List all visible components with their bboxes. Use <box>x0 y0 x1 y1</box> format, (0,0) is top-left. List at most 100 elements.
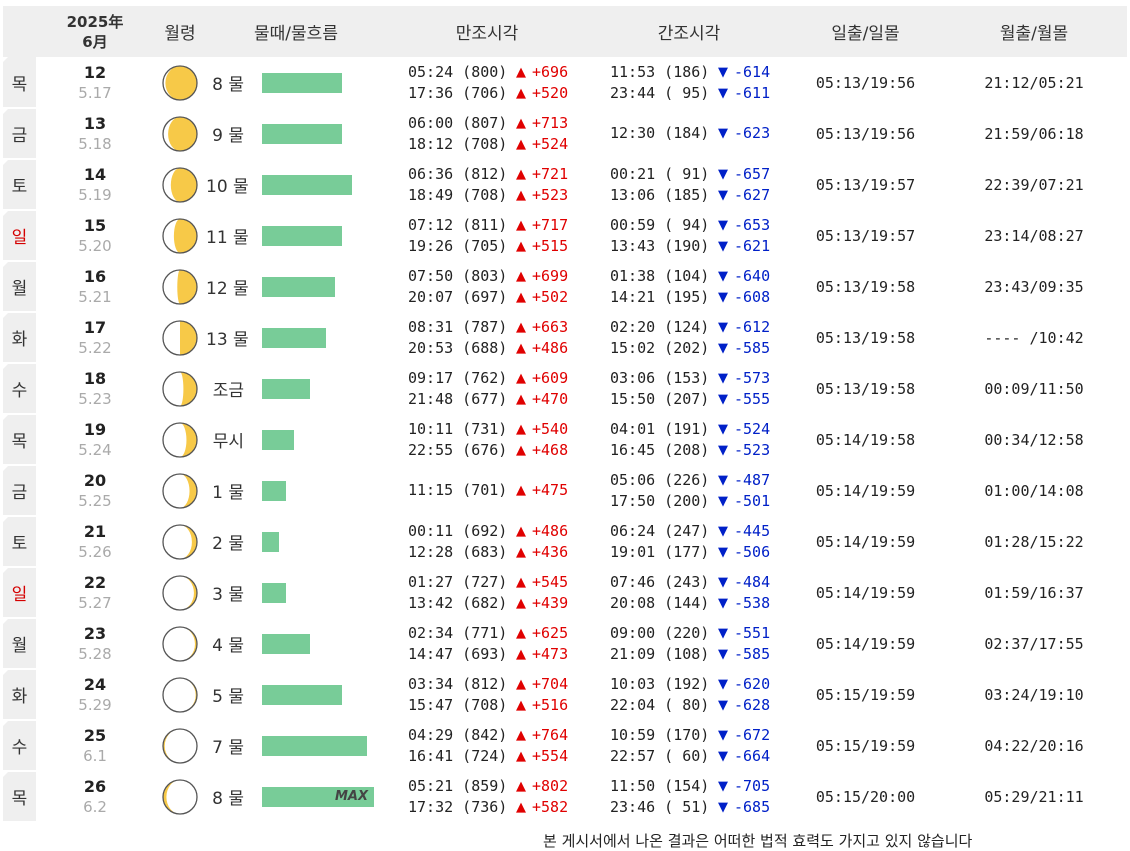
tidal-flow-bar <box>262 429 294 450</box>
low-tide-diff: -523 <box>734 440 771 459</box>
low-tide-entry: 02:20 (124) ▼ -612 <box>610 317 790 338</box>
high-tide-time: 04:29 (842) <box>408 725 508 744</box>
high-tide-time: 18:49 (708) <box>408 185 508 204</box>
lunar-date: 6.2 <box>83 797 107 816</box>
high-tide-cell: 04:29 (842) ▲ +764 16:41 (724) ▲ +554 <box>386 720 588 771</box>
mulddae-cell: 11 물 <box>206 210 386 261</box>
high-tide-cell: 10:11 (731) ▲ +540 22:55 (676) ▲ +468 <box>386 414 588 465</box>
high-tide-entry: 17:32 (736) ▲ +582 <box>408 797 588 818</box>
date-cell: 21 5.26 <box>36 516 154 567</box>
date-cell: 15 5.20 <box>36 210 154 261</box>
mulddae-cell: 2 물 <box>206 516 386 567</box>
high-tide-entry: 18:49 (708) ▲ +523 <box>408 185 588 206</box>
table-row: 목 26 6.2 8 물 MAX 05:21 (859) ▲ +802 17:32 (736) ▲… <box>3 771 1127 823</box>
moon-phase-icon <box>162 217 198 254</box>
low-tide-time: 12:30 (184) <box>610 124 710 142</box>
moon-phase-cell <box>154 210 206 261</box>
sunrise-sunset: 05:13/19:57 <box>815 226 916 245</box>
solar-date: 23 <box>83 623 107 643</box>
low-tide-cell: 10:03 (192) ▼ -620 22:04 ( 80) ▼ -628 <box>588 669 790 720</box>
high-tide-time: 17:32 (736) <box>408 797 508 816</box>
date-cell: 14 5.19 <box>36 159 154 210</box>
rise-arrow-icon: ▲ <box>516 64 526 80</box>
low-tide-cell: 04:01 (191) ▼ -524 16:45 (208) ▼ -523 <box>588 414 790 465</box>
high-tide-diff: +468 <box>532 440 569 459</box>
moonrise-moonset: 05:29/21:11 <box>984 787 1084 806</box>
low-tide-diff: -585 <box>734 644 771 663</box>
low-tide-time: 21:09 (108) <box>610 644 710 663</box>
sunrise-sunset: 05:13/19:58 <box>815 379 916 398</box>
table-row: 화 24 5.29 5 물 03:34 (812) ▲ +704 15:47 (708) ▲ +5… <box>3 669 1127 721</box>
high-tide-entry: 11:15 (701) ▲ +475 <box>408 480 588 501</box>
fall-arrow-icon: ▼ <box>718 442 728 458</box>
tidal-flow-bar <box>262 276 335 297</box>
table-row: 일 15 5.20 11 물 07:12 (811) ▲ +717 19:26 (705) ▲ +… <box>3 210 1127 262</box>
tide-table: 2025年 6月 월령 물때/물흐름 만조시각 간조시각 일출/일몰 월출/월몰… <box>3 6 1127 823</box>
high-tide-entry: 05:24 (800) ▲ +696 <box>408 62 588 83</box>
high-tide-time: 17:36 (706) <box>408 83 508 102</box>
table-row: 목 19 5.24 무시 10:11 (731) ▲ +540 22:55 (676) ▲ +46… <box>3 414 1127 466</box>
low-tide-time: 16:45 (208) <box>610 440 710 459</box>
date-cell: 12 5.17 <box>36 57 154 108</box>
high-tide-entry: 07:12 (811) ▲ +717 <box>408 215 588 236</box>
moonrise-moonset: 00:34/12:58 <box>984 430 1084 449</box>
low-tide-entry: 05:06 (226) ▼ -487 <box>610 470 790 491</box>
date-cell: 16 5.21 <box>36 261 154 312</box>
high-tide-cell: 08:31 (787) ▲ +663 20:53 (688) ▲ +486 <box>386 312 588 363</box>
moon-phase-cell <box>154 516 206 567</box>
fall-arrow-icon: ▼ <box>718 340 728 356</box>
high-tide-cell: 00:11 (692) ▲ +486 12:28 (683) ▲ +436 <box>386 516 588 567</box>
low-tide-diff: -612 <box>734 317 771 336</box>
date-cell: 22 5.27 <box>36 567 154 618</box>
tidal-flow-bar <box>262 123 342 144</box>
low-tide-time: 07:46 (243) <box>610 572 710 591</box>
mulddae-label: 8 물 <box>212 75 244 95</box>
weekday-cell: 목 <box>3 57 36 109</box>
low-tide-cell: 06:24 (247) ▼ -445 19:01 (177) ▼ -506 <box>588 516 790 567</box>
low-tide-diff: -705 <box>734 776 771 795</box>
weekday-cell: 월 <box>3 261 36 313</box>
moon-phase-cell <box>154 720 206 771</box>
high-tide-diff: +436 <box>532 542 569 561</box>
low-tide-time: 22:57 ( 60) <box>610 746 710 765</box>
mulddae-cell: 조금 <box>206 363 386 414</box>
lunar-date: 5.21 <box>78 287 112 306</box>
low-tide-time: 04:01 (191) <box>610 419 710 438</box>
rise-arrow-icon: ▲ <box>516 421 526 437</box>
low-tide-time: 17:50 (200) <box>610 491 710 510</box>
low-tide-entry: 21:09 (108) ▼ -585 <box>610 644 790 665</box>
high-tide-diff: +439 <box>532 593 569 612</box>
solar-date: 20 <box>83 470 107 490</box>
header-row: 2025年 6月 월령 물때/물흐름 만조시각 간조시각 일출/일몰 월출/월몰 <box>3 6 1127 57</box>
high-tide-diff: +540 <box>532 419 569 438</box>
low-tide-cell: 00:59 ( 94) ▼ -653 13:43 (190) ▼ -621 <box>588 210 790 261</box>
rise-arrow-icon: ▲ <box>516 748 526 764</box>
high-tide-time: 18:12 (708) <box>408 134 508 153</box>
low-tide-entry: 13:43 (190) ▼ -621 <box>610 236 790 257</box>
low-tide-entry: 19:01 (177) ▼ -506 <box>610 542 790 563</box>
mulddae-label: 조금 <box>212 381 244 401</box>
low-tide-cell: 00:21 ( 91) ▼ -657 13:06 (185) ▼ -627 <box>588 159 790 210</box>
high-tide-cell: 09:17 (762) ▲ +609 21:48 (677) ▲ +470 <box>386 363 588 414</box>
high-tide-entry: 19:26 (705) ▲ +515 <box>408 236 588 257</box>
mulddae-cell: 10 물 <box>206 159 386 210</box>
fall-arrow-icon: ▼ <box>718 289 728 305</box>
sunrise-sunset: 05:14/19:59 <box>815 634 916 653</box>
max-label: MAX <box>334 788 368 804</box>
sunrise-sunset: 05:15/19:59 <box>815 736 916 755</box>
high-tide-entry: 13:42 (682) ▲ +439 <box>408 593 588 614</box>
rise-arrow-icon: ▲ <box>516 646 526 662</box>
high-tide-diff: +721 <box>532 164 569 183</box>
mulddae-label: 7 물 <box>212 738 244 758</box>
fall-arrow-icon: ▼ <box>718 646 728 662</box>
high-tide-diff: +524 <box>532 134 569 153</box>
lunar-date: 5.19 <box>78 185 112 204</box>
low-tide-diff: -585 <box>734 338 771 357</box>
low-tide-time: 20:08 (144) <box>610 593 710 612</box>
weekday-cell: 금 <box>3 108 36 160</box>
mulddae-wrap: 10 물 <box>206 172 386 197</box>
mulddae-label: 11 물 <box>206 228 249 248</box>
solar-date: 16 <box>83 266 107 286</box>
lunar-date: 5.24 <box>78 440 112 459</box>
low-tide-diff: -672 <box>734 725 771 744</box>
